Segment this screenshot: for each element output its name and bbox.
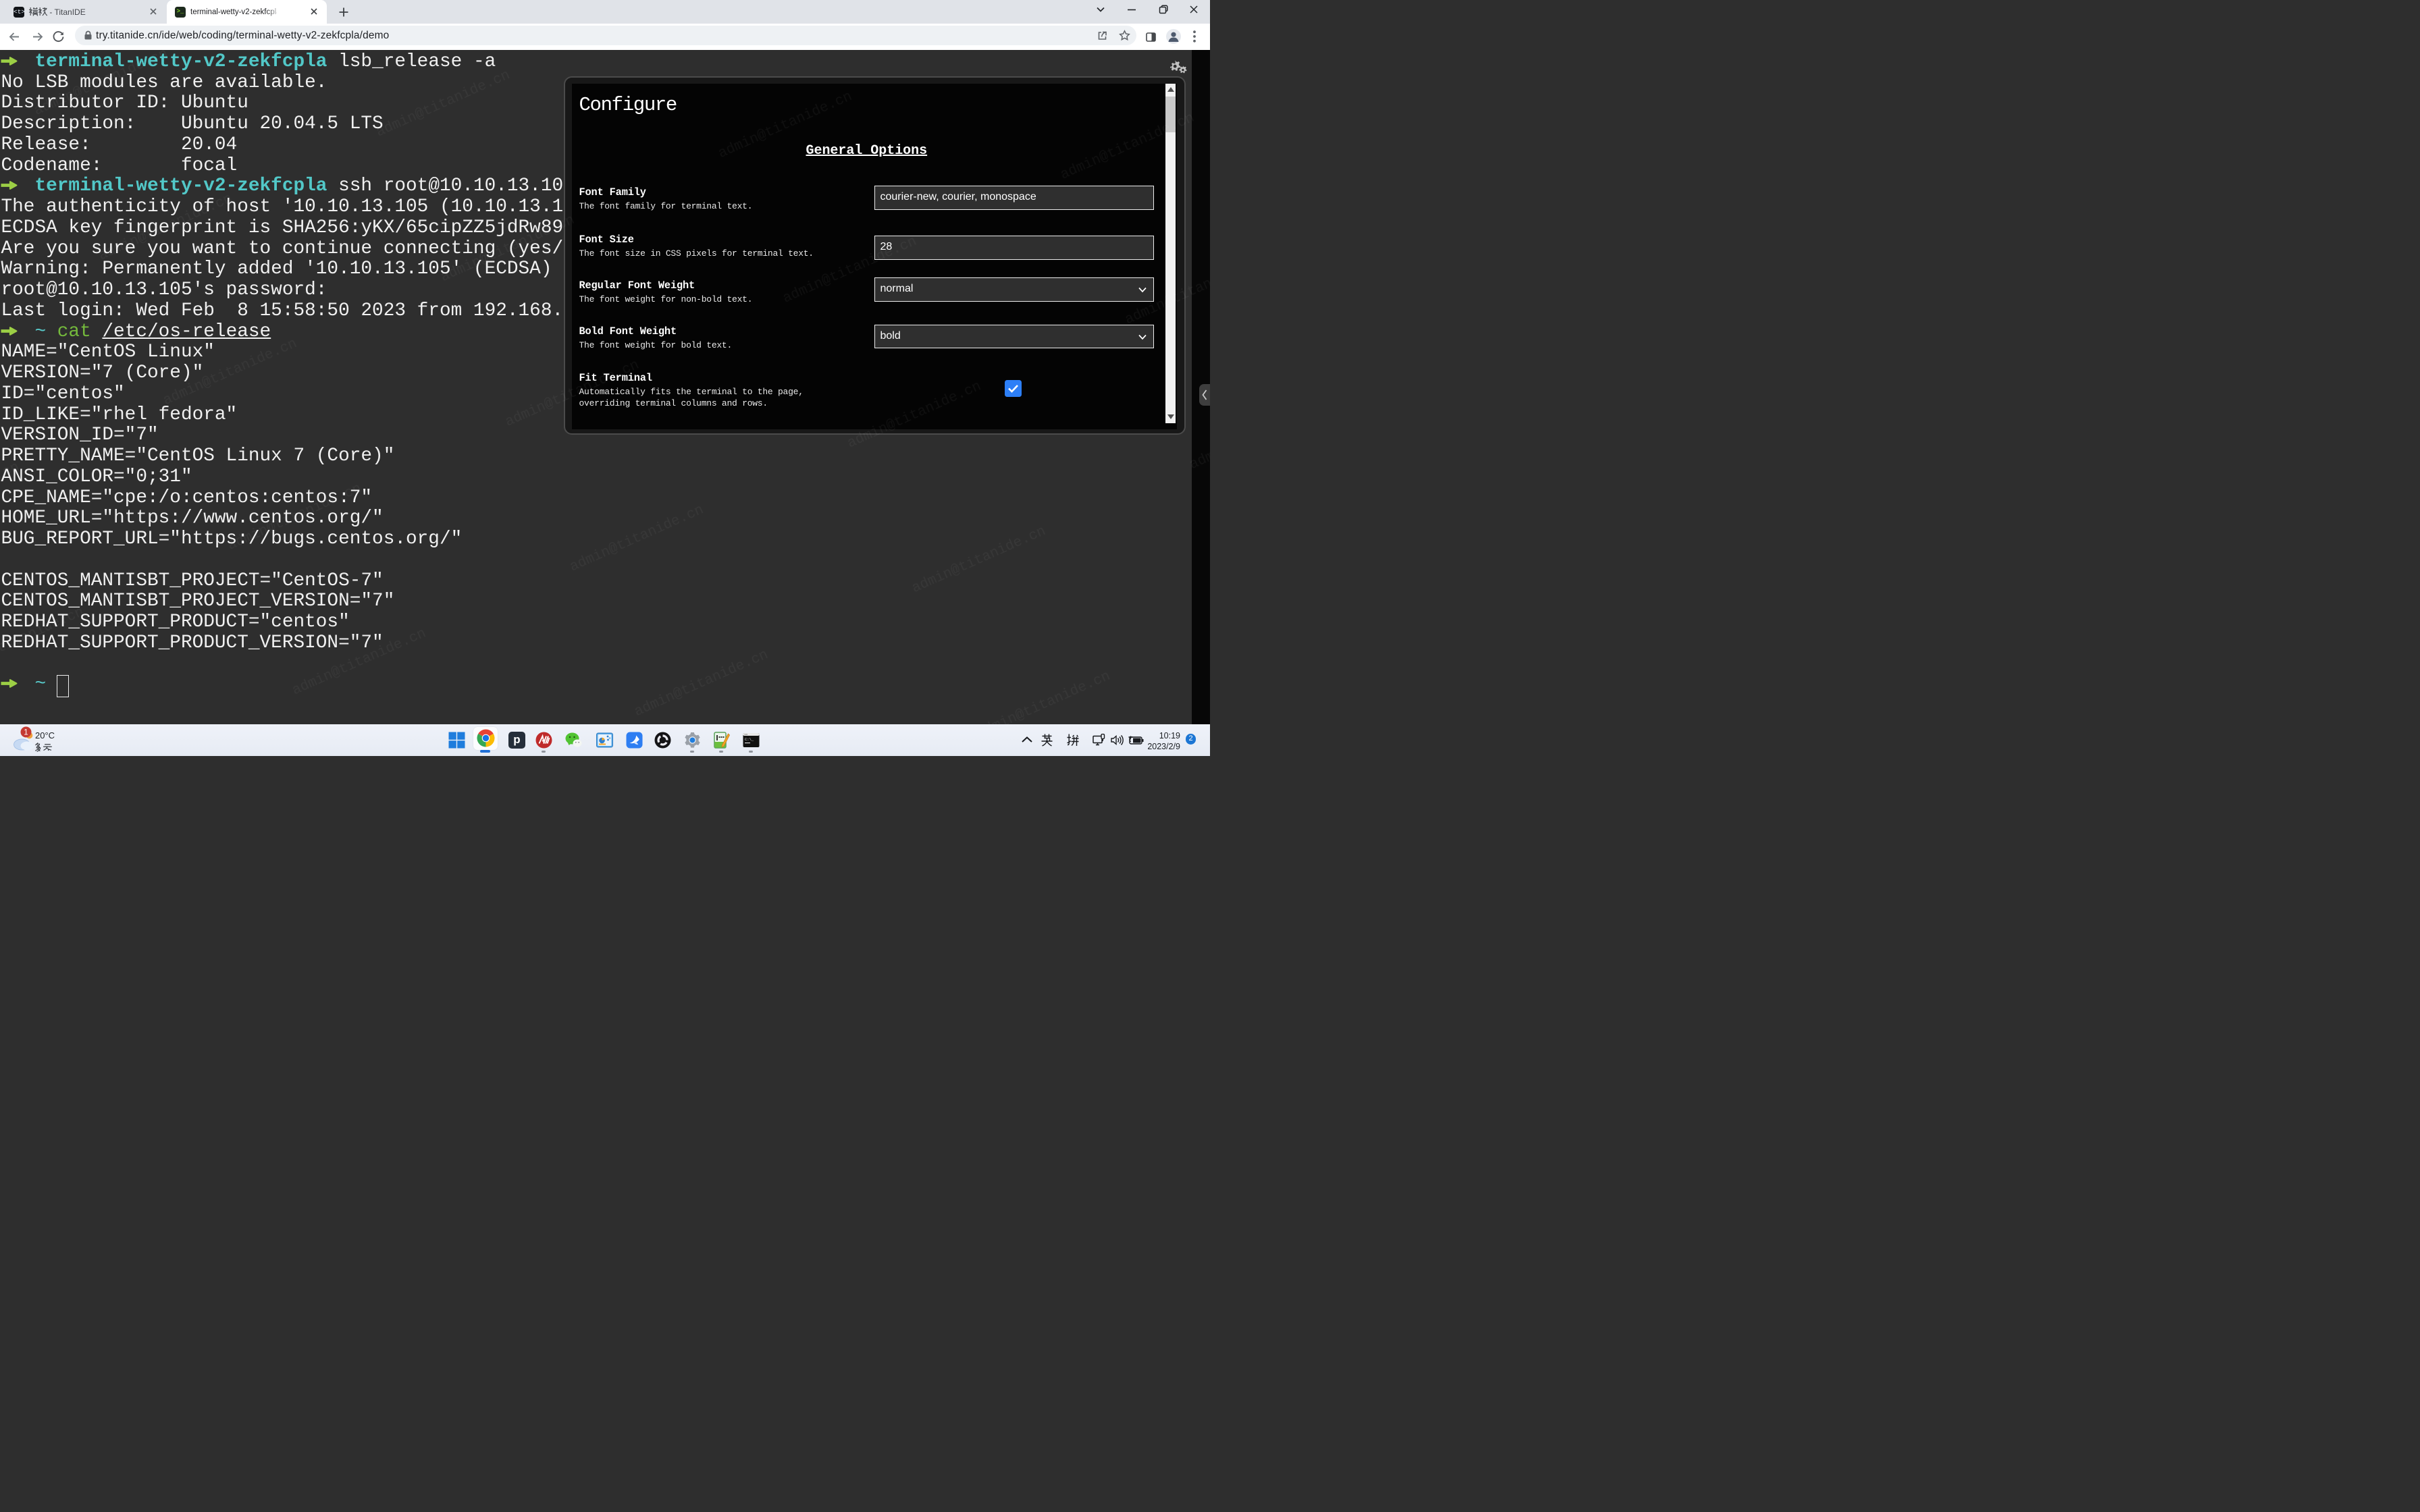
svg-text:1: 1	[24, 728, 28, 736]
svg-text:C:\_: C:\_	[745, 737, 754, 742]
